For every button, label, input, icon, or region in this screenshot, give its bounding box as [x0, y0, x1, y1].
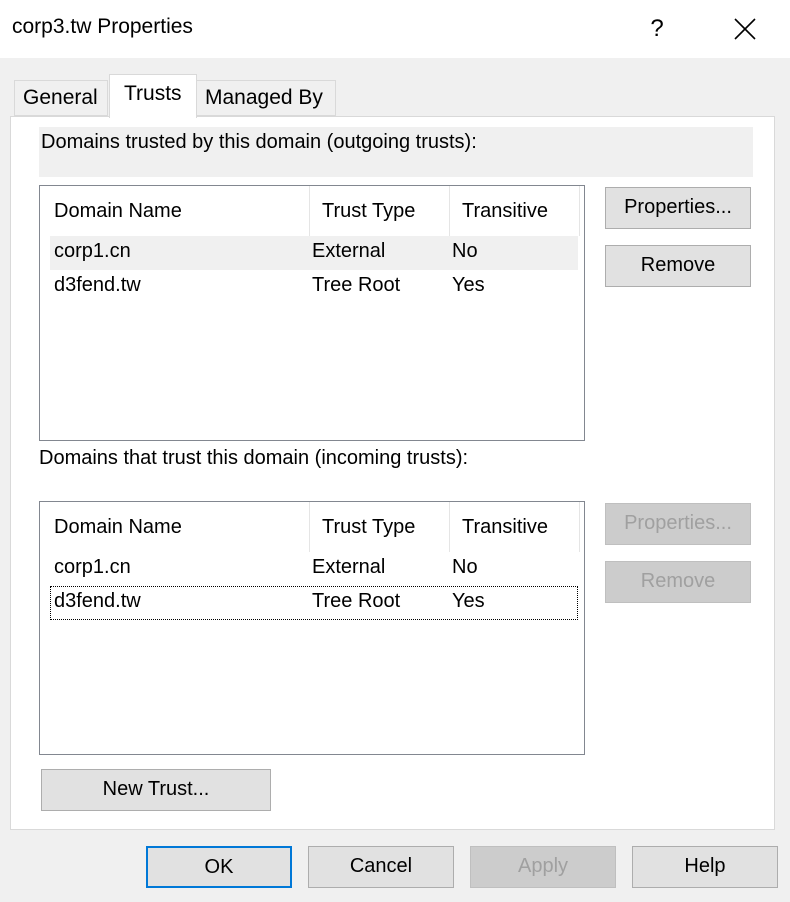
incoming-trusts-list[interactable]: Domain Name Trust Type Transitive corp1.… — [39, 501, 585, 755]
title-bar: corp3.tw Properties ? — [0, 0, 790, 58]
tab-managed-by[interactable]: Managed By — [196, 80, 336, 116]
window-title: corp3.tw Properties — [12, 15, 193, 38]
incoming-remove-button[interactable]: Remove — [605, 561, 751, 603]
column-transitive[interactable]: Transitive — [450, 502, 580, 552]
column-trust-type[interactable]: Trust Type — [310, 502, 450, 552]
help-button[interactable]: Help — [632, 846, 778, 888]
cancel-button[interactable]: Cancel — [308, 846, 454, 888]
close-button[interactable] — [720, 8, 770, 50]
column-transitive[interactable]: Transitive — [450, 186, 580, 236]
cell-transitive: No — [452, 556, 478, 578]
cell-domain: d3fend.tw — [54, 590, 141, 612]
ok-button[interactable]: OK — [146, 846, 292, 888]
cell-trust-type: Tree Root — [312, 274, 401, 296]
cell-trust-type: Tree Root — [312, 590, 401, 612]
trusts-tab-panel: Domains trusted by this domain (outgoing… — [10, 116, 775, 830]
cell-domain: corp1.cn — [54, 556, 131, 578]
cell-trust-type: External — [312, 556, 386, 578]
outgoing-remove-button[interactable]: Remove — [605, 245, 751, 287]
table-row[interactable]: d3fend.tw Tree Root Yes — [50, 586, 578, 620]
outgoing-properties-button[interactable]: Properties... — [605, 187, 751, 229]
cell-transitive: No — [452, 240, 478, 262]
incoming-properties-button[interactable]: Properties... — [605, 503, 751, 545]
column-domain-name[interactable]: Domain Name — [54, 502, 310, 552]
cell-domain: corp1.cn — [54, 240, 131, 262]
tab-general[interactable]: General — [14, 80, 108, 116]
cell-transitive: Yes — [452, 274, 485, 296]
column-trust-type[interactable]: Trust Type — [310, 186, 450, 236]
cell-trust-type: External — [312, 240, 386, 262]
cell-transitive: Yes — [452, 590, 485, 612]
cell-domain: d3fend.tw — [54, 274, 141, 296]
outgoing-list-header: Domain Name Trust Type Transitive — [40, 186, 584, 236]
outgoing-trusts-list[interactable]: Domain Name Trust Type Transitive corp1.… — [39, 185, 585, 441]
help-icon[interactable]: ? — [640, 10, 674, 48]
incoming-trusts-label: Domains that trust this domain (incoming… — [39, 447, 469, 469]
new-trust-button[interactable]: New Trust... — [41, 769, 271, 811]
column-domain-name[interactable]: Domain Name — [54, 186, 310, 236]
table-row[interactable]: d3fend.tw Tree Root Yes — [50, 270, 578, 304]
incoming-list-header: Domain Name Trust Type Transitive — [40, 502, 584, 552]
close-icon — [734, 18, 756, 40]
tab-trusts[interactable]: Trusts — [109, 74, 197, 118]
outgoing-trusts-label: Domains trusted by this domain (outgoing… — [41, 131, 477, 153]
table-row[interactable]: corp1.cn External No — [50, 552, 578, 586]
table-row[interactable]: corp1.cn External No — [50, 236, 578, 270]
apply-button[interactable]: Apply — [470, 846, 616, 888]
